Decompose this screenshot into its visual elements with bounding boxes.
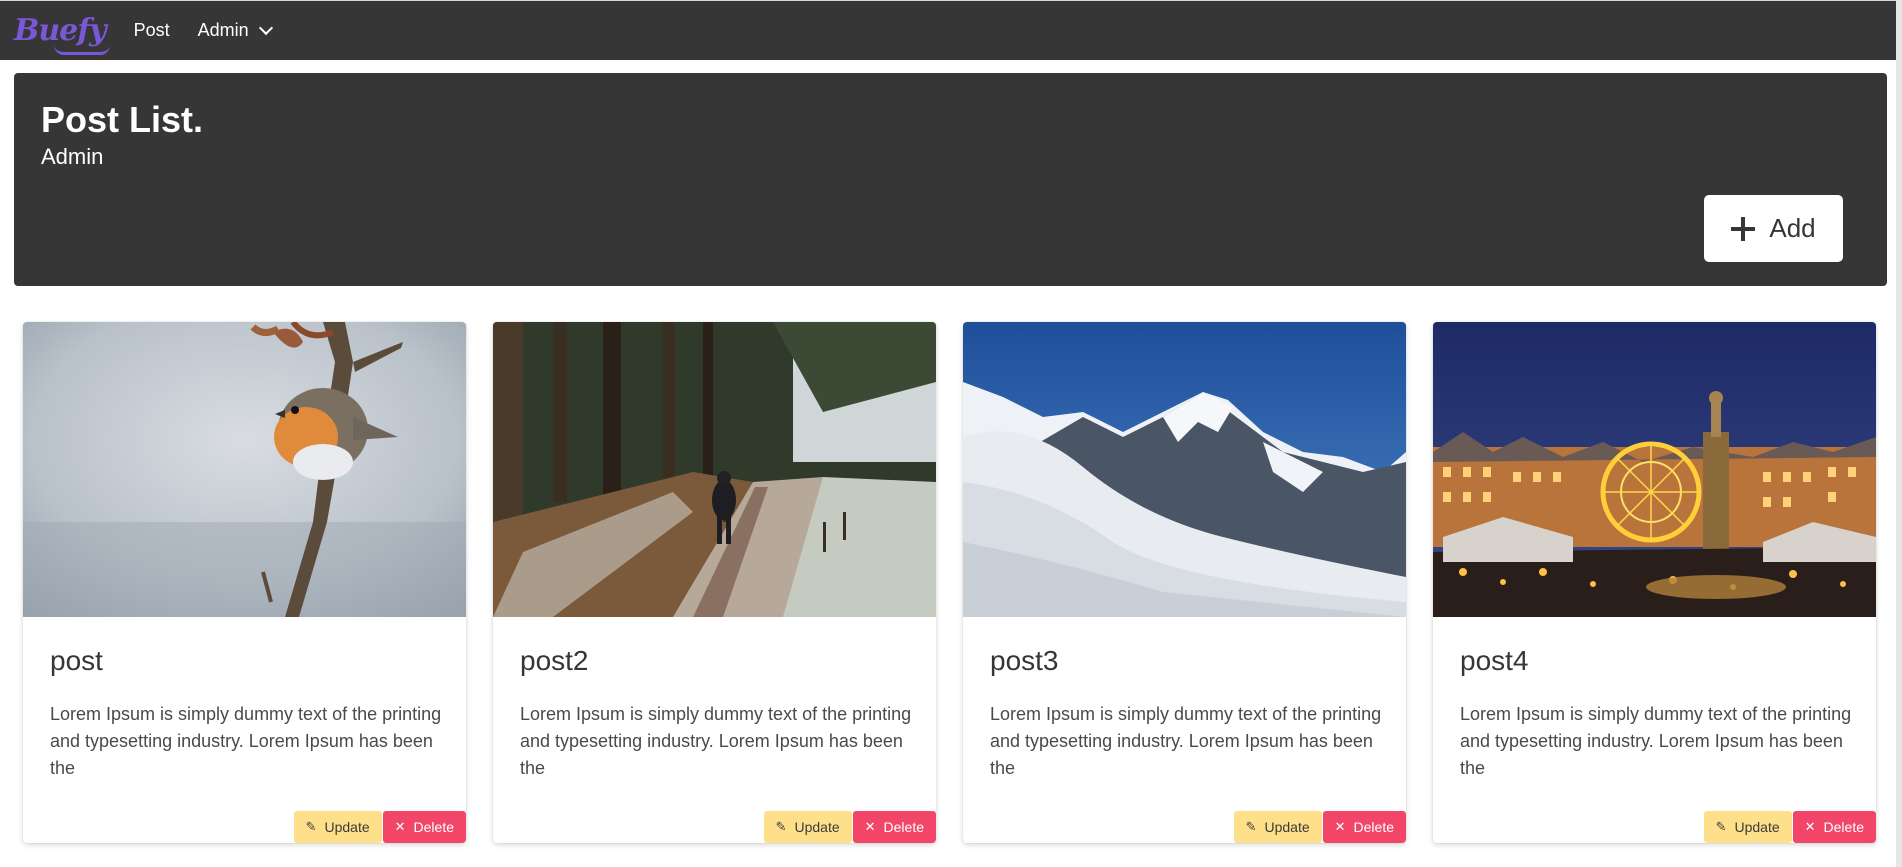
brand-name: Buefy — [14, 13, 107, 48]
pencil-icon: ✎ — [775, 819, 787, 834]
post-excerpt: Lorem Ipsum is simply dummy text of the … — [990, 704, 1382, 778]
post-image-mountains — [963, 322, 1406, 617]
post-image-forest-path — [493, 322, 936, 617]
post-title: post3 — [990, 645, 1059, 676]
update-button[interactable]: ✎ Update — [293, 811, 382, 843]
hero-banner: Post List. Admin Add — [14, 73, 1887, 286]
nav-item-admin-dropdown[interactable]: Admin — [184, 1, 285, 61]
delete-button[interactable]: ✕ Delete — [1322, 811, 1406, 843]
nav-item-admin-label: Admin — [197, 20, 249, 40]
page: Buefy Post Admin Post List. Admin Add po… — [0, 0, 1902, 867]
post-title: post4 — [1460, 645, 1529, 676]
update-button-label: Update — [1734, 819, 1780, 835]
post-actions: ✎ Update ✕ Delete — [763, 811, 936, 843]
post-title: post — [50, 645, 103, 676]
brand-swoosh-icon — [54, 45, 110, 55]
post-card-grid: post Lorem Ipsum is simply dummy text of… — [23, 322, 1878, 843]
update-button-label: Update — [794, 819, 840, 835]
post-excerpt: Lorem Ipsum is simply dummy text of the … — [50, 704, 442, 778]
post-card: post2 Lorem Ipsum is simply dummy text o… — [493, 322, 936, 843]
add-button-label: Add — [1769, 213, 1816, 243]
update-button[interactable]: ✎ Update — [1703, 811, 1792, 843]
pencil-icon: ✎ — [305, 819, 317, 834]
delete-button-label: Delete — [1823, 819, 1864, 835]
delete-button[interactable]: ✕ Delete — [852, 811, 936, 843]
pencil-icon: ✎ — [1715, 819, 1727, 834]
close-icon: ✕ — [864, 819, 876, 834]
nav-item-post-label: Post — [133, 20, 170, 40]
close-icon: ✕ — [1334, 819, 1346, 834]
post-actions: ✎ Update ✕ Delete — [293, 811, 466, 843]
post-actions: ✎ Update ✕ Delete — [1233, 811, 1406, 843]
post-card: post Lorem Ipsum is simply dummy text of… — [23, 322, 466, 843]
nav-item-post[interactable]: Post — [120, 1, 184, 61]
close-icon: ✕ — [1804, 819, 1816, 834]
add-post-button[interactable]: Add — [1704, 195, 1843, 262]
post-image-robin — [23, 322, 466, 617]
post-actions: ✎ Update ✕ Delete — [1703, 811, 1876, 843]
window-edge — [1896, 0, 1902, 867]
post-excerpt: Lorem Ipsum is simply dummy text of the … — [1460, 704, 1852, 778]
close-icon: ✕ — [394, 819, 406, 834]
brand-logo[interactable]: Buefy — [14, 13, 110, 55]
delete-button[interactable]: ✕ Delete — [382, 811, 466, 843]
pencil-icon: ✎ — [1245, 819, 1257, 834]
update-button-label: Update — [1264, 819, 1310, 835]
post-card: post3 Lorem Ipsum is simply dummy text o… — [963, 322, 1406, 843]
delete-button-label: Delete — [413, 819, 454, 835]
delete-button[interactable]: ✕ Delete — [1792, 811, 1876, 843]
update-button-label: Update — [324, 819, 370, 835]
page-subtitle: Admin — [41, 144, 104, 169]
update-button[interactable]: ✎ Update — [763, 811, 852, 843]
navbar: Buefy Post Admin — [0, 0, 1902, 60]
plus-icon — [1731, 216, 1756, 241]
update-button[interactable]: ✎ Update — [1233, 811, 1322, 843]
post-excerpt: Lorem Ipsum is simply dummy text of the … — [520, 704, 912, 778]
page-title: Post List. — [41, 99, 204, 140]
chevron-down-icon — [258, 20, 273, 36]
delete-button-label: Delete — [883, 819, 924, 835]
post-card: post4 Lorem Ipsum is simply dummy text o… — [1433, 322, 1876, 843]
post-image-town-square — [1433, 322, 1876, 617]
post-title: post2 — [520, 645, 589, 676]
delete-button-label: Delete — [1353, 819, 1394, 835]
